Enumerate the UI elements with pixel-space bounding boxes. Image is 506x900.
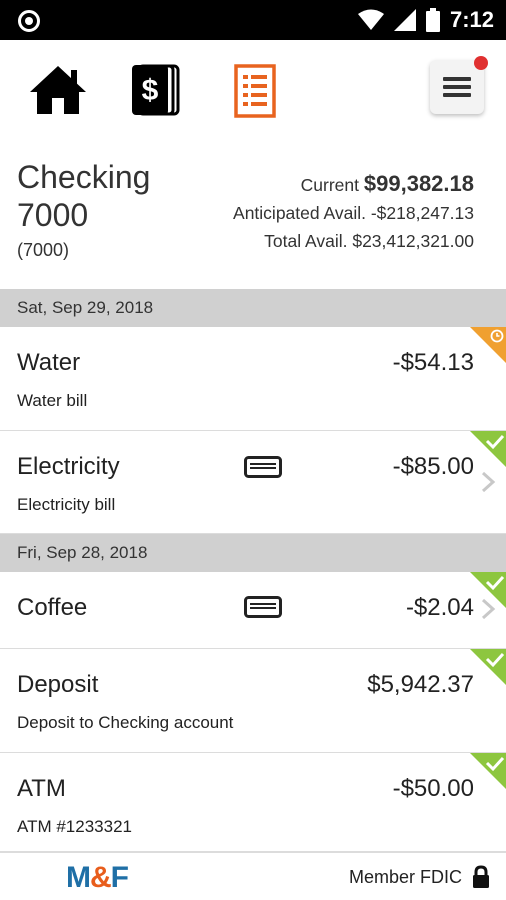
member-fdic-text: Member FDIC (348, 867, 462, 887)
transaction-row[interactable]: Deposit Deposit to Checking account $5,9… (0, 649, 506, 753)
transaction-description: Deposit to Checking account (17, 713, 234, 732)
current-balance: $99,382.18 (363, 171, 474, 196)
wifi-icon (357, 9, 384, 30)
cleared-check-icon (470, 431, 506, 467)
date-header: Sat, Sep 29, 2018 (0, 289, 506, 327)
transaction-name: Water (17, 349, 81, 376)
accounts-button[interactable]: $ (130, 62, 182, 118)
transaction-name: ATM (17, 775, 66, 802)
lock-icon (473, 865, 489, 888)
cleared-check-icon (470, 753, 506, 789)
account-balances: Current $99,382.18 Anticipated Avail. -$… (233, 170, 474, 255)
logo-amp: & (90, 861, 112, 894)
transaction-description: Electricity bill (17, 495, 116, 514)
top-nav: $ (0, 40, 506, 140)
transaction-description: ATM #1233321 (17, 817, 132, 836)
transaction-amount: -$54.13 (392, 349, 474, 376)
status-icons: 7:12 (357, 6, 494, 34)
hamburger-menu-icon (443, 77, 471, 97)
transaction-name: Deposit (17, 671, 99, 698)
account-number: (7000) (17, 240, 70, 260)
transaction-amount: $5,942.37 (367, 671, 474, 698)
svg-text:$: $ (142, 74, 159, 107)
current-balance-row: Current $99,382.18 (233, 170, 474, 199)
account-name: Checking 7000 (17, 159, 151, 233)
transactions-button[interactable] (234, 64, 276, 118)
cleared-check-icon (470, 572, 506, 608)
dollar-cards-icon: $ (132, 64, 180, 116)
transaction-amount: -$85.00 (392, 453, 474, 480)
logo-f: F (110, 861, 129, 894)
brand-logo[interactable]: M&F (66, 861, 129, 895)
transaction-amount: -$50.00 (392, 775, 474, 802)
chevron-right-icon[interactable] (480, 471, 496, 493)
status-time: 7:12 (449, 7, 494, 32)
notification-icon (18, 10, 40, 32)
total-available: Total Avail. $23,412,321.00 (264, 231, 474, 251)
transaction-name: Electricity (17, 453, 120, 480)
battery-icon (425, 8, 440, 32)
footer: M&F Member FDIC (0, 852, 506, 900)
logo-m: M (66, 861, 91, 894)
status-bar: 7:12 (0, 0, 506, 40)
home-button[interactable] (28, 64, 88, 116)
transaction-row[interactable]: Electricity Electricity bill -$85.00 (0, 431, 506, 534)
pending-clock-icon (470, 327, 506, 363)
transaction-row[interactable]: Coffee -$2.04 (0, 572, 506, 649)
current-label: Current (300, 175, 360, 195)
cleared-check-icon (470, 649, 506, 685)
transaction-row[interactable]: ATM ATM #1233321 -$50.00 (0, 753, 506, 852)
menu-button[interactable] (430, 56, 488, 114)
signal-icon (393, 9, 416, 31)
transaction-description: Water bill (17, 391, 88, 410)
home-icon (30, 66, 86, 114)
transaction-row[interactable]: Water Water bill -$54.13 (0, 327, 506, 431)
transaction-amount: -$2.04 (405, 594, 474, 621)
card-icon (244, 456, 282, 478)
anticipated-balance: Anticipated Avail. -$218,247.13 (233, 203, 474, 223)
document-list-icon (234, 64, 276, 118)
card-icon (244, 596, 282, 618)
date-header: Fri, Sep 28, 2018 (0, 534, 506, 572)
account-summary: Checking 7000 (7000) Current $99,382.18 … (0, 148, 506, 288)
transaction-name: Coffee (17, 594, 88, 621)
notification-dot (474, 56, 488, 70)
